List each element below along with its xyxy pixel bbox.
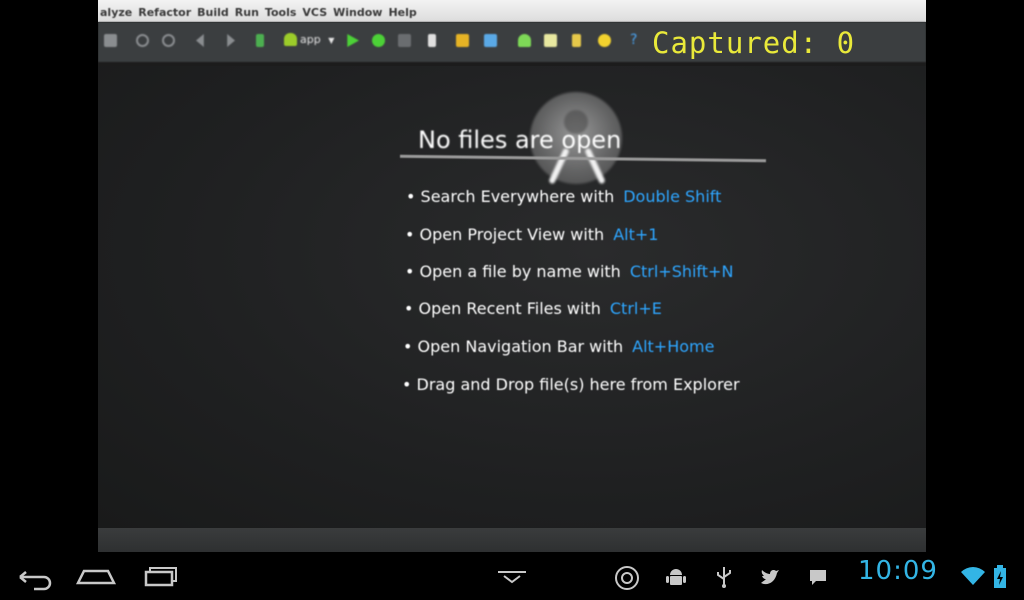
hint-desc: Search Everywhere with [420, 187, 615, 206]
make-project-icon [256, 34, 264, 47]
hint-key: Ctrl+Shift+N [629, 262, 734, 281]
message-icon[interactable] [806, 565, 830, 589]
chevron-down-icon: ▼ [328, 36, 335, 45]
chevron-down-icon [498, 571, 526, 584]
recent-apps-button[interactable] [130, 552, 190, 600]
menu-item-help: Help [388, 6, 417, 19]
home-button[interactable] [66, 552, 126, 600]
menu-item-window: Window [333, 6, 383, 19]
android-debug-icon[interactable] [664, 565, 688, 589]
menu-item-vcs: VCS [302, 6, 328, 19]
hint-desc: Open Project View with [419, 225, 605, 244]
help-icon: ? [630, 32, 638, 48]
debug-icon [372, 34, 385, 47]
back-button[interactable] [6, 552, 66, 600]
back-icon [19, 571, 52, 591]
hint-open-file-by-name: • Open a file by name with Ctrl+Shift+N [405, 262, 734, 281]
monitor-icon [518, 34, 531, 47]
search-icon [136, 34, 149, 47]
run-config-label: app [300, 33, 321, 46]
usb-icon[interactable] [712, 565, 736, 589]
hint-key: Alt+Home [632, 337, 715, 356]
forward-arrow-icon [227, 34, 235, 47]
structure-icon [544, 34, 557, 47]
hint-key: Double Shift [623, 187, 722, 206]
android-icon [284, 33, 297, 46]
avd-manager-icon [456, 34, 469, 47]
hint-key: Alt+1 [613, 225, 659, 244]
status-clock: 10:09 [858, 556, 938, 586]
menu-item-analyze: alyze [100, 6, 133, 19]
run-config-select: app ▼ [282, 32, 338, 48]
run-icon [347, 34, 359, 47]
wifi-icon [960, 564, 985, 588]
hint-key: Ctrl+E [609, 299, 662, 318]
hint-drag-and-drop: • Drag and Drop file(s) here from Explor… [402, 375, 740, 394]
android-screen: alyze Refactor Build Run Tools VCS Windo… [0, 0, 1024, 600]
plugin-icon [598, 34, 611, 47]
hint-recent-files: • Open Recent Files with Ctrl+E [404, 299, 662, 318]
device-icon [428, 34, 436, 47]
ide-menu-bar: alyze Refactor Build Run Tools VCS Windo… [98, 6, 417, 22]
hint-navigation-bar: • Open Navigation Bar with Alt+Home [403, 337, 715, 356]
menu-item-refactor: Refactor [138, 6, 192, 19]
hint-desc: Drag and Drop file(s) here from Explorer [416, 375, 740, 394]
hint-desc: Open a file by name with [419, 262, 621, 281]
find-icon [162, 34, 175, 47]
menu-item-tools: Tools [264, 6, 297, 19]
layout-icon [572, 34, 581, 47]
hint-desc: Open Recent Files with [418, 299, 601, 318]
hint-project-view: • Open Project View with Alt+1 [405, 225, 659, 244]
no-files-title: No files are open [418, 126, 622, 154]
captured-counter: Captured: 0 [652, 26, 856, 60]
recent-apps-icon [144, 567, 177, 587]
ide-status-bar [98, 528, 926, 552]
menu-item-run: Run [234, 6, 259, 19]
back-arrow-icon [196, 34, 204, 47]
battery-icon [992, 564, 1016, 588]
camera-app-icon[interactable] [614, 565, 639, 590]
hint-desc: Open Navigation Bar with [417, 337, 624, 356]
twitter-icon[interactable] [758, 565, 782, 589]
home-icon [75, 569, 117, 585]
menu-item-build: Build [197, 6, 229, 19]
ime-switcher-button[interactable] [482, 552, 542, 600]
hint-search-everywhere: • Search Everywhere with Double Shift [406, 187, 722, 206]
sdk-manager-icon [484, 34, 497, 47]
stop-icon [398, 34, 411, 47]
sync-icon [104, 34, 117, 47]
